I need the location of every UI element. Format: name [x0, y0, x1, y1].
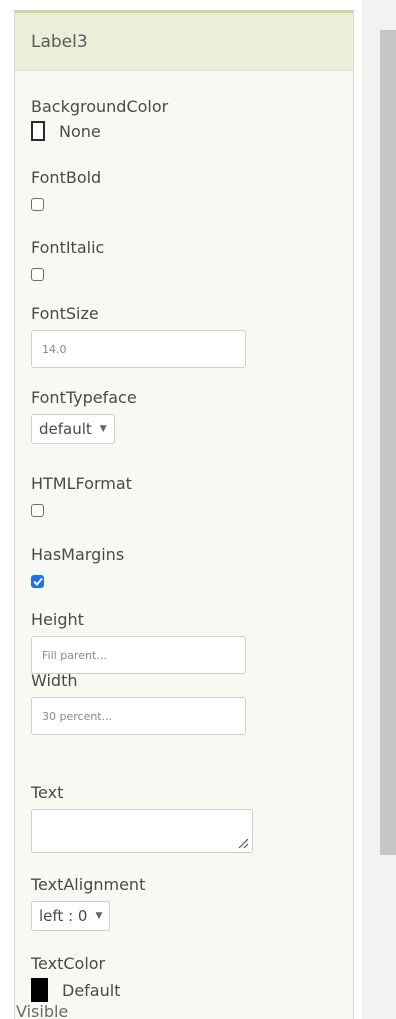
prop-has-margins: HasMargins: [31, 545, 343, 588]
text-alignment-dropdown[interactable]: left : 0 ▼: [31, 901, 111, 931]
prop-width: Width: [31, 671, 343, 735]
background-color-label: BackgroundColor: [31, 97, 169, 116]
text-alignment-label: TextAlignment: [31, 875, 146, 894]
text-color-swatch[interactable]: [31, 978, 48, 1002]
font-italic-checkbox[interactable]: [31, 268, 44, 281]
check-icon: [32, 577, 43, 586]
font-typeface-value: default: [39, 420, 92, 438]
font-size-label: FontSize: [31, 304, 99, 323]
resize-grip-icon[interactable]: [237, 837, 249, 849]
prop-text: Text: [31, 783, 343, 853]
text-color-value[interactable]: Default: [62, 981, 120, 1000]
font-bold-checkbox[interactable]: [31, 198, 44, 211]
prop-height: Height: [31, 610, 343, 674]
component-name-header: Label3: [15, 13, 353, 71]
background-color-value[interactable]: None: [59, 122, 101, 141]
component-name: Label3: [31, 31, 88, 52]
properties-panel: Label3 BackgroundColor None FontBold Fon…: [14, 10, 354, 1019]
text-color-label: TextColor: [31, 954, 106, 973]
width-input[interactable]: [31, 697, 246, 735]
font-italic-label: FontItalic: [31, 238, 105, 257]
prop-font-size: FontSize: [31, 304, 343, 368]
html-format-checkbox[interactable]: [31, 504, 44, 517]
font-bold-label: FontBold: [31, 168, 102, 187]
background-color-picker[interactable]: None: [31, 121, 343, 141]
text-textarea[interactable]: [31, 809, 253, 853]
prop-text-color: TextColor Default: [31, 954, 343, 1002]
scrollbar-thumb[interactable]: [380, 30, 396, 855]
has-margins-checkbox[interactable]: [31, 575, 44, 588]
prop-font-typeface: FontTypeface default ▼: [31, 388, 343, 444]
text-label: Text: [31, 783, 64, 802]
text-alignment-value: left : 0: [39, 907, 88, 925]
html-format-label: HTMLFormat: [31, 474, 132, 493]
prop-font-italic: FontItalic: [31, 238, 343, 281]
height-label: Height: [31, 610, 84, 629]
height-input[interactable]: [31, 636, 246, 674]
font-typeface-label: FontTypeface: [31, 388, 137, 407]
font-size-input[interactable]: [31, 330, 246, 368]
font-typeface-dropdown[interactable]: default ▼: [31, 414, 115, 444]
background-color-swatch[interactable]: [31, 121, 45, 141]
caret-down-icon: ▼: [95, 911, 103, 921]
has-margins-label: HasMargins: [31, 545, 125, 564]
properties-screen: Label3 BackgroundColor None FontBold Fon…: [0, 0, 396, 1019]
text-color-picker[interactable]: Default: [31, 978, 343, 1002]
caret-down-icon: ▼: [99, 424, 107, 434]
width-label: Width: [31, 671, 78, 690]
prop-background-color: BackgroundColor None: [31, 97, 343, 141]
prop-font-bold: FontBold: [31, 168, 343, 211]
prop-text-alignment: TextAlignment left : 0 ▼: [31, 875, 343, 931]
visible-label: Visible: [16, 1002, 69, 1019]
prop-html-format: HTMLFormat: [31, 474, 343, 517]
